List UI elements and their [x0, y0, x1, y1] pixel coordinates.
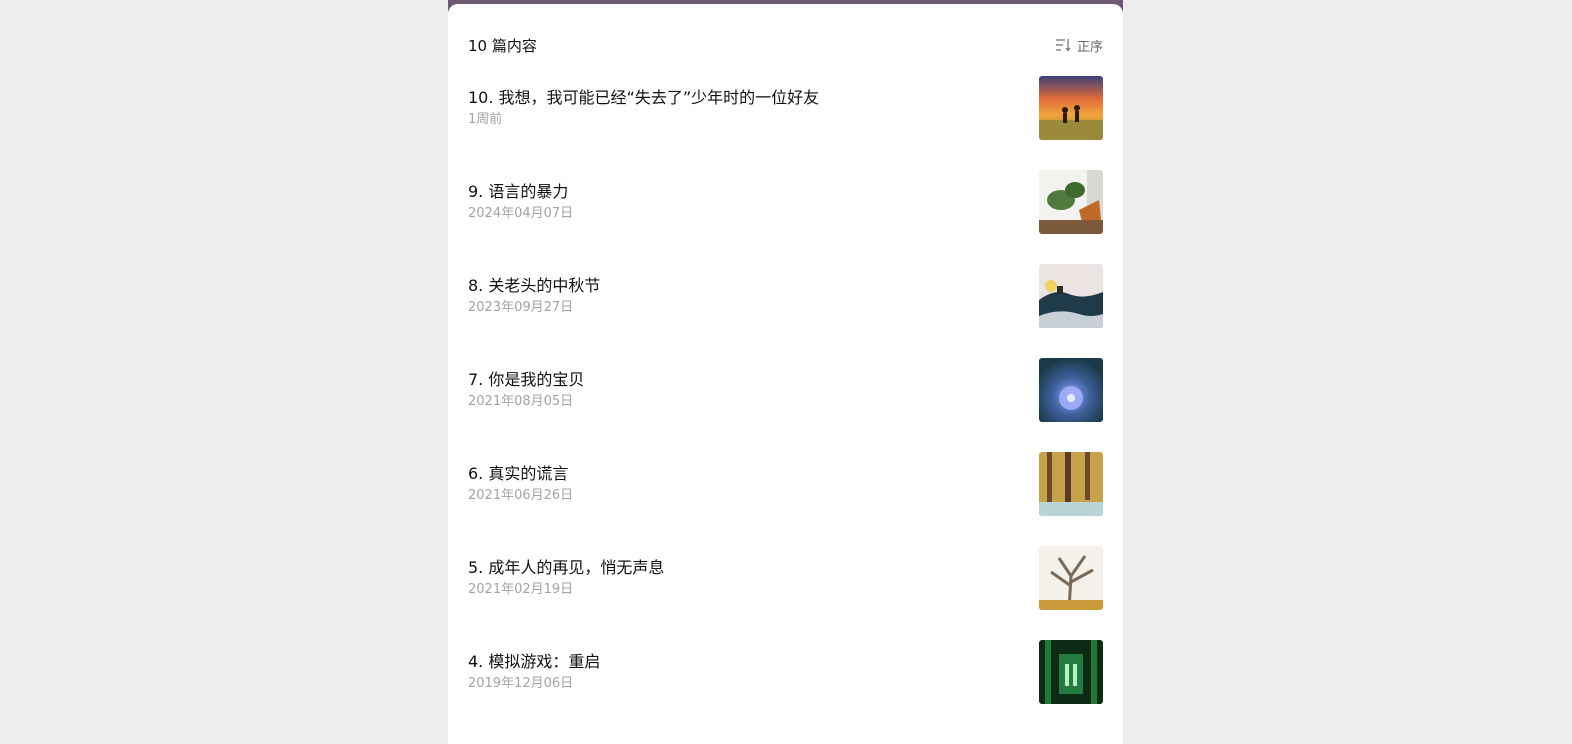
list-item[interactable]: 8. 关老头的中秋节 2023年09月27日	[468, 264, 1103, 358]
article-date: 2021年08月05日	[468, 394, 574, 409]
article-thumbnail[interactable]	[1039, 452, 1103, 516]
article-thumbnail[interactable]	[1039, 170, 1103, 234]
article-list: 10. 我想，我可能已经“失去了”少年时的一位好友 1周前 9. 语言的暴力 2…	[468, 76, 1103, 734]
article-title[interactable]: 8. 关老头的中秋节	[468, 277, 600, 295]
article-thumbnail[interactable]	[1039, 264, 1103, 328]
article-title[interactable]: 7. 你是我的宝贝	[468, 371, 584, 389]
article-date: 2019年12月06日	[468, 676, 574, 691]
article-title[interactable]: 6. 真实的谎言	[468, 465, 573, 483]
article-title[interactable]: 4. 模拟游戏：重启	[468, 653, 600, 671]
article-date: 2021年02月19日	[468, 582, 574, 597]
sort-icon	[1055, 38, 1071, 52]
list-item[interactable]: 4. 模拟游戏：重启 2019年12月06日	[468, 640, 1103, 734]
article-count: 10 篇内容	[468, 36, 537, 55]
article-thumbnail[interactable]	[1039, 76, 1103, 140]
list-item[interactable]: 10. 我想，我可能已经“失去了”少年时的一位好友 1周前	[468, 76, 1103, 170]
article-date: 2021年06月26日	[468, 488, 574, 503]
sort-label: 正序	[1076, 39, 1103, 55]
list-item[interactable]: 6. 真实的谎言 2021年06月26日	[468, 452, 1103, 546]
article-title[interactable]: 9. 语言的暴力	[468, 183, 573, 201]
article-thumbnail[interactable]	[1039, 358, 1103, 422]
list-item[interactable]: 7. 你是我的宝贝 2021年08月05日	[468, 358, 1103, 452]
article-date: 2023年09月27日	[468, 300, 574, 315]
list-item[interactable]: 9. 语言的暴力 2024年04月07日	[468, 170, 1103, 264]
list-item[interactable]: 5. 成年人的再见，悄无声息 2021年02月19日	[468, 546, 1103, 640]
article-title[interactable]: 10. 我想，我可能已经“失去了”少年时的一位好友	[468, 89, 819, 107]
article-thumbnail[interactable]	[1039, 640, 1103, 704]
article-thumbnail[interactable]	[1039, 546, 1103, 610]
article-date: 1周前	[468, 112, 503, 127]
article-title[interactable]: 5. 成年人的再见，悄无声息	[468, 559, 664, 577]
sort-order-button[interactable]: 正序	[1055, 36, 1103, 55]
article-date: 2024年04月07日	[468, 206, 574, 221]
article-list-panel: 10 篇内容 正序 10. 我想，我可能已经“失去了”少年时的一位好友 1周前	[448, 4, 1123, 744]
list-header: 10 篇内容 正序	[468, 34, 1103, 56]
